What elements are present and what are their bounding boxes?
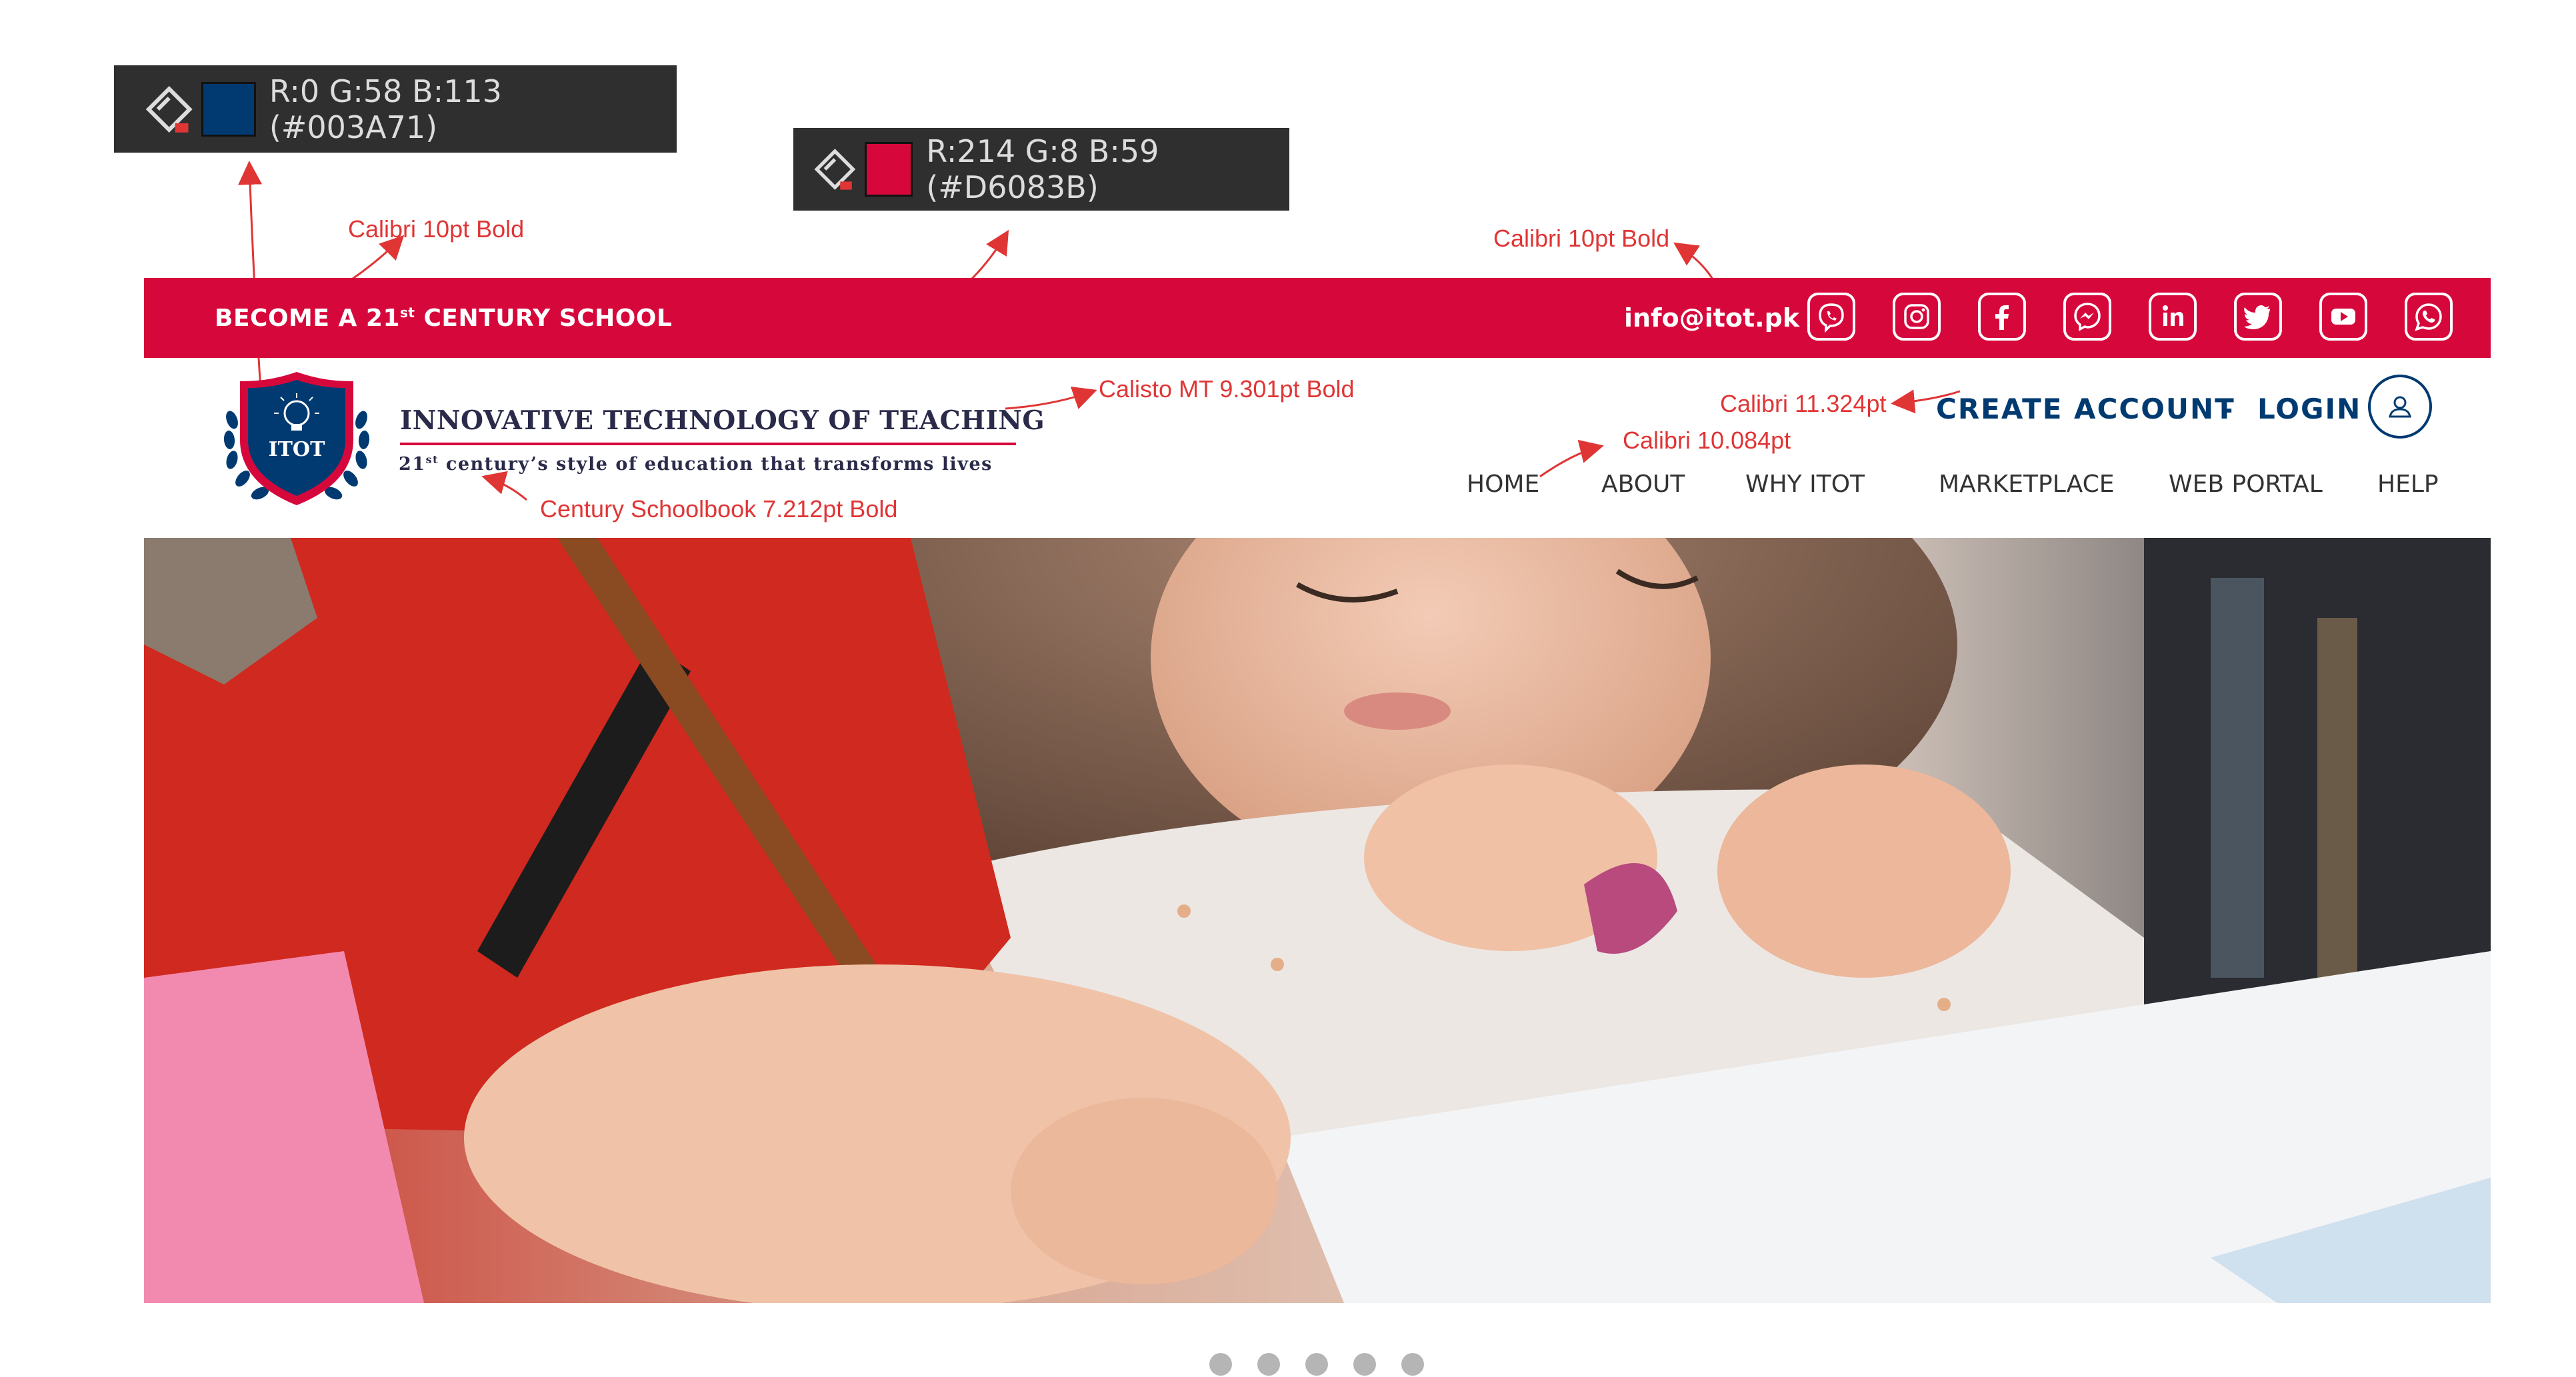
carousel-dot[interactable] bbox=[1209, 1353, 1232, 1376]
brand-underline bbox=[400, 443, 1016, 445]
subtitle-sup: st bbox=[425, 453, 439, 466]
subtitle-post: century’s style of education that transf… bbox=[438, 454, 993, 475]
brand-subtitle: 21st century’s style of education that t… bbox=[399, 453, 993, 475]
account-separator: - bbox=[2221, 393, 2235, 425]
annotation-title-font: Calisto MT 9.301pt Bold bbox=[1099, 375, 1355, 403]
nav-marketplace[interactable]: MARKETPLACE bbox=[1939, 471, 2115, 498]
user-icon bbox=[2389, 396, 2411, 418]
carousel-dot[interactable] bbox=[1401, 1353, 1424, 1376]
instagram-icon[interactable] bbox=[1893, 293, 1941, 341]
carousel-dot[interactable] bbox=[1257, 1353, 1280, 1376]
whatsapp-icon[interactable] bbox=[2405, 293, 2453, 341]
linkedin-icon[interactable] bbox=[2149, 293, 2197, 341]
carousel-dots bbox=[1209, 1353, 1424, 1376]
tagline-sup: st bbox=[400, 304, 415, 321]
swatch-color bbox=[864, 142, 913, 197]
swatch-label: R:214 G:8 B:59 (#D6083B) bbox=[926, 133, 1159, 205]
brand-title[interactable]: INNOVATIVE TECHNOLOGY OF TEACHING bbox=[400, 405, 1045, 436]
logo-badge-text: ITOT bbox=[268, 438, 325, 461]
carousel-dot[interactable] bbox=[1353, 1353, 1376, 1376]
nav-about[interactable]: ABOUT bbox=[1601, 471, 1685, 498]
user-account-button[interactable] bbox=[2368, 375, 2432, 439]
twitter-icon[interactable] bbox=[2234, 293, 2282, 341]
annotation-topbar-right-font: Calibri 10pt Bold bbox=[1493, 225, 1670, 252]
tagline-pre: BECOME A 21 bbox=[215, 304, 400, 332]
subtitle-pre: 21 bbox=[399, 454, 426, 475]
hero-image bbox=[144, 538, 2491, 1303]
hero-illustration bbox=[144, 538, 2491, 1303]
swatch-label: R:0 G:58 B:113 (#003A71) bbox=[269, 73, 502, 145]
viber-icon[interactable] bbox=[1807, 293, 1855, 341]
youtube-icon[interactable] bbox=[2319, 293, 2367, 341]
color-picker-icon bbox=[145, 85, 193, 133]
topbar-email-link[interactable]: info@itot.pk bbox=[1624, 303, 1799, 333]
messenger-icon[interactable] bbox=[2063, 293, 2111, 341]
swatch-chip-red: R:214 G:8 B:59 (#D6083B) bbox=[793, 128, 1289, 211]
logo[interactable]: ITOT bbox=[220, 367, 373, 510]
color-picker-icon bbox=[814, 149, 856, 190]
tagline-post: CENTURY SCHOOL bbox=[415, 304, 673, 332]
nav-help[interactable]: HELP bbox=[2377, 471, 2439, 498]
nav-web-portal[interactable]: WEB PORTAL bbox=[2169, 471, 2323, 498]
top-bar: BECOME A 21st CENTURY SCHOOL info@itot.p… bbox=[144, 278, 2491, 358]
topbar-tagline[interactable]: BECOME A 21st CENTURY SCHOOL bbox=[215, 305, 672, 332]
carousel-dot[interactable] bbox=[1305, 1353, 1328, 1376]
nav-home[interactable]: HOME bbox=[1467, 471, 1539, 498]
annotation-account-font: Calibri 11.324pt bbox=[1720, 390, 1887, 417]
arrow-subtitle bbox=[481, 471, 527, 501]
annotation-nav-font: Calibri 10.084pt bbox=[1623, 427, 1791, 454]
nav-why-itot[interactable]: WHY ITOT bbox=[1745, 471, 1865, 498]
swatch-chip-blue: R:0 G:58 B:113 (#003A71) bbox=[114, 65, 677, 153]
facebook-icon[interactable] bbox=[1978, 293, 2026, 341]
create-account-link[interactable]: CREATE ACCOUNT bbox=[1936, 393, 2235, 425]
annotation-topbar-left-font: Calibri 10pt Bold bbox=[348, 215, 525, 243]
login-link[interactable]: LOGIN bbox=[2257, 393, 2361, 425]
annotation-subtitle-font: Century Schoolbook 7.212pt Bold bbox=[540, 495, 898, 523]
social-links bbox=[1807, 293, 2453, 341]
arrow-nav bbox=[1539, 439, 1604, 478]
swatch-color bbox=[201, 81, 256, 137]
